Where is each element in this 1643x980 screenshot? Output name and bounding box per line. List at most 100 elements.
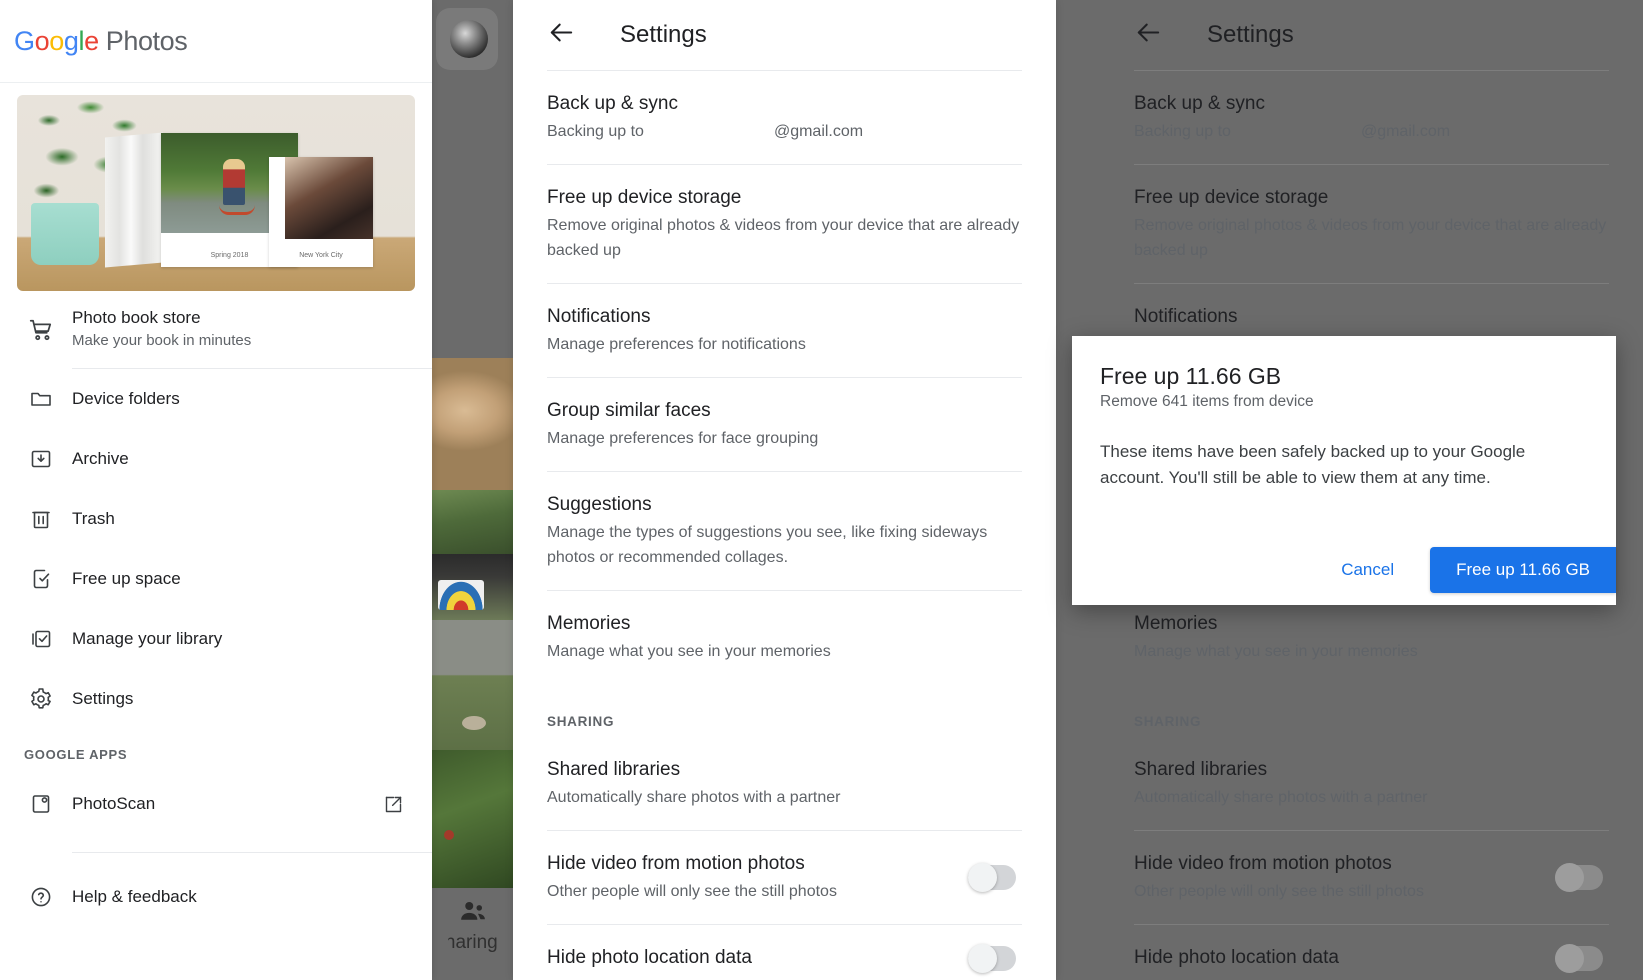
settings-header-dimmed: Settings bbox=[1100, 0, 1643, 70]
settings-row-backup-dimmed[interactable]: Back up & sync Backing up to @gmail.com bbox=[1100, 71, 1643, 164]
back-button[interactable] bbox=[547, 18, 576, 52]
row-title: Shared libraries bbox=[1134, 759, 1268, 780]
bottom-nav-label: Sharing bbox=[448, 932, 498, 953]
dialog-title: Free up 11.66 GB bbox=[1100, 363, 1282, 389]
sidebar-item-help-feedback[interactable]: Help & feedback bbox=[0, 867, 432, 927]
sidebar-item-archive[interactable]: Archive bbox=[0, 429, 432, 489]
photo-grid-strip bbox=[432, 0, 514, 980]
row-title: Notifications bbox=[547, 306, 651, 327]
sharing-section-header: SHARING bbox=[547, 714, 615, 729]
navigation-drawer: GooglePhotos Spring 2018 New York City bbox=[0, 0, 432, 980]
photo-thumbnail[interactable] bbox=[432, 358, 514, 490]
dialog-body-text: These items have been safely backed up t… bbox=[1100, 442, 1526, 487]
sidebar-item-label: Archive bbox=[72, 449, 129, 468]
row-title: Notifications bbox=[1134, 306, 1238, 327]
sidebar-item-trash[interactable]: Trash bbox=[0, 489, 432, 549]
store-subtitle: Make your book in minutes bbox=[72, 332, 252, 349]
sidebar-item-free-up-space[interactable]: Free up space bbox=[0, 549, 432, 609]
back-button-dimmed[interactable] bbox=[1134, 18, 1163, 52]
row-sub-label: Backing up to bbox=[547, 123, 644, 140]
settings-row-group-faces[interactable]: Group similar faces Manage preferences f… bbox=[513, 378, 1056, 471]
settings-row-shared-libraries[interactable]: Shared libraries Automatically share pho… bbox=[513, 737, 1056, 830]
photo-thumbnail[interactable] bbox=[432, 554, 514, 620]
settings-row-free-up-storage-dimmed[interactable]: Free up device storage Remove original p… bbox=[1100, 165, 1643, 283]
sidebar-item-label: Help & feedback bbox=[72, 887, 197, 906]
row-title: Free up device storage bbox=[1134, 187, 1329, 208]
row-subtitle: Automatically share photos with a partne… bbox=[547, 789, 841, 806]
row-subtitle: Backing up to @gmail.com bbox=[1134, 119, 1609, 144]
settings-row-hide-video[interactable]: Hide video from motion photos Other peop… bbox=[513, 831, 1056, 924]
sidebar-item-manage-library[interactable]: Manage your library bbox=[0, 609, 432, 669]
settings-row-suggestions[interactable]: Suggestions Manage the types of suggesti… bbox=[513, 472, 1056, 590]
settings-row-hide-location[interactable]: Hide photo location data bbox=[513, 925, 1056, 980]
sidebar-item-label: PhotoScan bbox=[72, 794, 156, 813]
row-subtitle: Remove original photos & videos from you… bbox=[547, 217, 1020, 259]
arrow-left-icon bbox=[1137, 23, 1160, 42]
hide-location-toggle-dimmed[interactable] bbox=[1555, 943, 1603, 973]
confirm-free-up-button[interactable]: Free up 11.66 GB bbox=[1430, 547, 1616, 593]
sidebar-item-label: Settings bbox=[72, 689, 134, 708]
archive-icon bbox=[22, 447, 60, 471]
dialog-actions: Cancel Free up 11.66 GB bbox=[1319, 547, 1616, 593]
divider bbox=[72, 852, 432, 853]
sidebar-item-label: Trash bbox=[72, 509, 115, 528]
sidebar-item-label: Manage your library bbox=[72, 629, 223, 648]
settings-row-notifications[interactable]: Notifications Manage preferences for not… bbox=[513, 284, 1056, 377]
settings-row-free-up-storage[interactable]: Free up device storage Remove original p… bbox=[513, 165, 1056, 283]
hide-video-toggle[interactable] bbox=[968, 863, 1016, 892]
brand-word: Photos bbox=[105, 25, 188, 56]
brand-header: Google Photos bbox=[0, 0, 432, 83]
row-subtitle: Backing up to @gmail.com bbox=[547, 119, 1022, 144]
dialog-subtitle: Remove 641 items from device bbox=[1100, 393, 1314, 410]
people-icon bbox=[461, 902, 485, 920]
promo-print-caption: New York City bbox=[299, 252, 343, 259]
row-title: Back up & sync bbox=[1134, 93, 1265, 114]
row-subtitle: Automatically share photos with a partne… bbox=[1134, 789, 1428, 806]
sidebar-item-label: Device folders bbox=[72, 389, 180, 408]
photoscan-icon bbox=[22, 792, 60, 816]
settings-row-memories[interactable]: Memories Manage what you see in your mem… bbox=[513, 591, 1056, 684]
settings-title-dimmed: Settings bbox=[1207, 21, 1294, 48]
account-avatar-chip[interactable] bbox=[436, 8, 498, 70]
settings-row-hide-video-dimmed[interactable]: Hide video from motion photos Other peop… bbox=[1100, 831, 1643, 924]
row-title: Suggestions bbox=[547, 494, 652, 515]
photo-thumbnail[interactable] bbox=[432, 750, 514, 890]
open-external-icon[interactable] bbox=[383, 794, 404, 815]
row-title: Hide video from motion photos bbox=[547, 853, 805, 874]
folder-icon bbox=[22, 387, 60, 411]
row-title: Memories bbox=[547, 613, 631, 634]
cancel-button[interactable]: Cancel bbox=[1319, 550, 1416, 590]
row-subtitle: Remove original photos & videos from you… bbox=[1134, 217, 1607, 259]
settings-row-hide-location-dimmed[interactable]: Hide photo location data bbox=[1100, 925, 1643, 980]
trash-icon bbox=[22, 507, 60, 531]
free-up-space-dialog: Free up 11.66 GB Remove 641 items from d… bbox=[1072, 336, 1616, 605]
row-subtitle: Other people will only see the still pho… bbox=[547, 883, 837, 900]
row-title: Hide photo location data bbox=[1134, 947, 1339, 968]
page-title: Settings bbox=[620, 21, 707, 48]
photo-thumbnail[interactable] bbox=[432, 620, 514, 750]
settings-panel: Settings Back up & sync Backing up to @g… bbox=[513, 0, 1056, 980]
settings-row-shared-libraries-dimmed[interactable]: Shared libraries Automatically share pho… bbox=[1100, 737, 1643, 830]
row-title: Back up & sync bbox=[547, 93, 678, 114]
sidebar-item-device-folders[interactable]: Device folders bbox=[0, 369, 432, 429]
sidebar-item-photoscan[interactable]: PhotoScan bbox=[0, 774, 432, 834]
bottom-nav-item-sharing[interactable]: Sharing bbox=[432, 888, 514, 980]
settings-header: Settings bbox=[513, 0, 1056, 70]
row-title: Hide video from motion photos bbox=[1134, 853, 1392, 874]
hide-video-toggle-dimmed[interactable] bbox=[1555, 863, 1603, 892]
row-subtitle: Manage preferences for face grouping bbox=[547, 430, 819, 447]
row-subtitle: Manage preferences for notifications bbox=[547, 336, 806, 353]
google-apps-section-header: GOOGLE APPS bbox=[24, 747, 128, 762]
sharing-section-header-dimmed: SHARING bbox=[1134, 714, 1202, 729]
row-title: Shared libraries bbox=[547, 759, 681, 780]
settings-row-backup[interactable]: Back up & sync Backing up to @gmail.com bbox=[513, 71, 1056, 164]
photo-book-store-item[interactable]: Photo book store Make your book in minut… bbox=[0, 291, 432, 368]
avatar bbox=[450, 20, 488, 58]
row-subtitle: Manage what you see in your memories bbox=[547, 643, 831, 660]
row-title: Hide photo location data bbox=[547, 947, 752, 968]
gear-icon bbox=[22, 687, 60, 711]
photo-book-promo[interactable]: Spring 2018 New York City bbox=[0, 83, 432, 291]
sidebar-item-settings[interactable]: Settings bbox=[0, 669, 432, 729]
photo-thumbnail[interactable] bbox=[432, 490, 514, 554]
hide-location-toggle[interactable] bbox=[968, 943, 1016, 973]
